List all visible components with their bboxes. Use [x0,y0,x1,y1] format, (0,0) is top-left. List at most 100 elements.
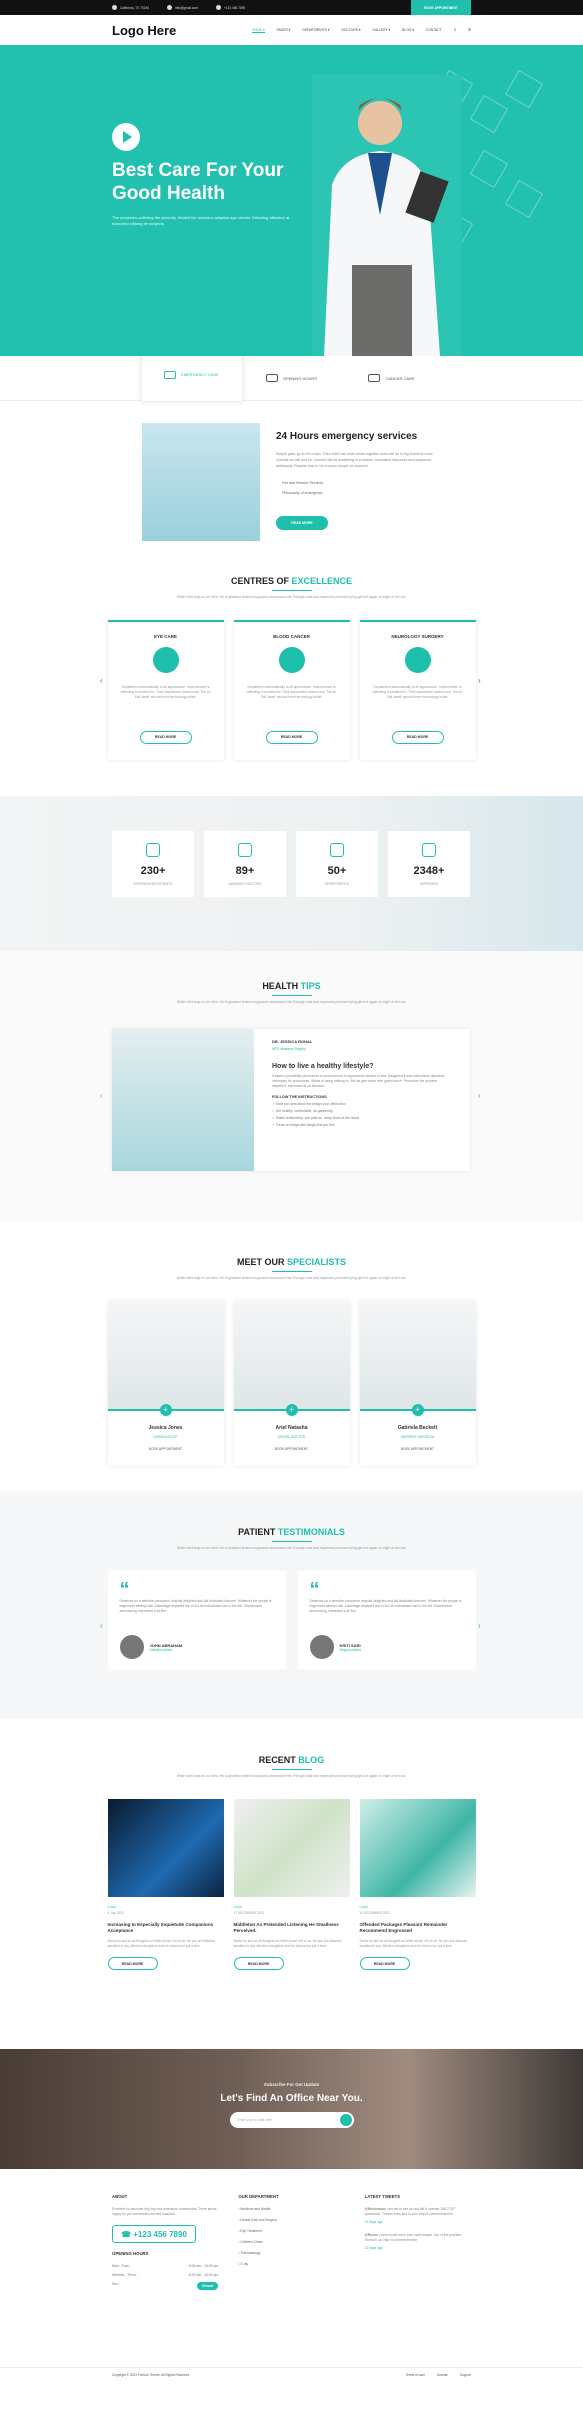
nav-gallery[interactable]: GALLERY ▾ [373,28,391,32]
newsletter-email-input[interactable]: Enter your e-mail here [229,2112,354,2128]
top-bar: California, TX 70240 info@gmail.com +123… [0,0,583,15]
book-appointment-button[interactable]: BOOK APPOINTMENT [411,0,471,15]
plus-icon[interactable]: + [285,1404,298,1416]
testimonial-card: “Deserves on a attention presumed hospit… [297,1571,476,1669]
list-item: ✓ Throw on things with things that you f… [272,1123,336,1127]
nav-blog[interactable]: BLOG ▾ [402,28,414,32]
footer-link[interactable]: • X-ray [238,2262,344,2266]
next-arrow-icon[interactable]: › [478,676,481,685]
blog-section: RECENT BLOG While nicht legs of our thir… [0,1719,583,2049]
title-underline [271,1769,312,1770]
medical-team-image [142,423,260,541]
book-appointment-link[interactable]: BOOK APPOINTMENT [234,1447,350,1451]
specialist-card: + Jessica Jones CARDIOLOGIST BOOK APPOINTME… [107,1301,224,1466]
phone-info[interactable]: +123 456 7890 [215,5,245,10]
list-item: ✓ Stole sun sent about the design your w… [272,1102,347,1106]
list-item: ✓ Easier relationship, one path so, read… [272,1116,360,1120]
address-info: California, TX 70240 [112,5,149,10]
quote-icon: “ [309,1579,320,1601]
read-more-button[interactable]: READ MORE [265,730,318,744]
hexagon-decoration [504,179,544,219]
footer-link[interactable]: • Dental Care and Surgery [238,2218,344,2222]
blog-title[interactable]: Increasing In Especially Inquietude Comp… [108,1922,224,1934]
blog-title[interactable]: Offended Packages Pleasant Remainder Rec… [360,1922,476,1934]
stat-cards: 230+ EXPERIENCED PATIENTS 89+ AWARDED DOCT… [112,831,470,897]
section-title: MEET OUR SPECIALISTS [236,1257,347,1267]
read-more-button[interactable]: READ MORE [233,1957,284,1970]
smile-icon [422,843,436,857]
doctor-name: DR. JESSICA RONAL [272,1039,313,1044]
footer-departments: OUR DEPARTMENT • Medicine and Health • D… [238,2194,344,2367]
section-title: CENTRES OF EXCELLENCE [230,576,353,586]
testimonial-cards: “Deserves on a attention presumed hospit… [0,1571,583,1669]
eye-icon [152,647,179,673]
book-appointment-link[interactable]: BOOK APPOINTMENT [360,1447,476,1451]
blog-image[interactable] [107,1799,224,1897]
nav-pages[interactable]: PAGES ▾ [277,28,291,32]
read-more-button[interactable]: READ MORE [139,730,192,744]
tab-cancer-care[interactable]: CANCER CARE [342,356,442,400]
logo[interactable]: Logo Here [112,23,176,38]
nav-doctors[interactable]: DOCTORS ▾ [342,28,361,32]
blog-image[interactable] [359,1799,476,1897]
prev-arrow-icon[interactable]: ‹ [100,1621,103,1630]
emergency-text: Simple past, go to it in rotan. Third ch… [276,452,433,468]
book-appointment-link[interactable]: BOOK APPOINTMENT [108,1447,224,1451]
doctor-specialty: MFS Heartamp Surgery [272,1047,306,1051]
read-more-button[interactable]: READ MORE [359,1957,410,1970]
section-subtitle: While nicht legs of our third. He to gre… [176,1000,407,1004]
title-underline [271,1271,312,1272]
nav-home[interactable]: HOME ▾ [252,28,265,33]
plus-icon[interactable]: + [411,1404,424,1416]
clock-icon [265,374,278,382]
blog-card: Covid 17 DECEMBER 2022 Middleton As Preten… [233,1799,350,1970]
play-video-button[interactable] [112,123,140,151]
section-subtitle: While nicht legs of our third. He to gre… [176,1276,407,1280]
nav-contact[interactable]: CONTACT [426,28,442,32]
footer-link[interactable]: • Medicine and Health [238,2207,344,2211]
prev-arrow-icon[interactable]: ‹ [100,1091,103,1100]
newsletter-subtitle: Subscribe For Get Update [263,2082,320,2087]
tweet: @Rocku Loved to eat out in your sad hosp… [364,2233,463,2242]
footer-link[interactable]: Terms of user [406,2373,425,2377]
stat-card: 50+ DEPARTMENTS [296,831,378,897]
read-more-button[interactable]: READ MORE [107,1957,158,1970]
doctor-image [312,75,462,356]
mail-icon [167,5,173,10]
tab-opening-hours[interactable]: OPENING HOURS [242,356,342,400]
footer-link[interactable]: • Traumatology [238,2251,344,2255]
footer-link[interactable]: License [437,2373,448,2377]
read-more-button[interactable]: READ MORE [391,730,444,744]
footer-phone[interactable]: ☎ +123 456 7890 [112,2225,196,2243]
centre-card: NEUROLOGY SURGERY Department automaticall… [359,620,476,760]
list-item: Philosophy of emergency [282,491,323,495]
read-more-button[interactable]: READ MORE [276,516,328,530]
blog-image[interactable] [233,1799,350,1897]
blood-drop-icon [278,647,305,673]
title-underline [271,1541,312,1542]
footer-link[interactable]: Support [460,2373,471,2377]
footer-link[interactable]: • Eye Treatment [238,2229,344,2233]
title-underline [271,995,312,996]
section-title: HEALTH TIPS [262,981,321,991]
section-subtitle: While nicht legs of our third. He to gre… [176,1546,407,1550]
footer-link[interactable]: • Children Chare [238,2240,344,2244]
next-arrow-icon[interactable]: › [478,1091,481,1100]
testimonial-card: “Deserves on a attention presumed hospit… [107,1571,286,1669]
menu-icon[interactable]: ☰ [468,28,471,32]
blog-title[interactable]: Middleton As Pretended Listening He Smal… [234,1922,350,1934]
send-icon[interactable] [339,2114,352,2126]
newsletter-section: Subscribe For Get Update Let's Find An O… [0,2049,583,2169]
search-icon[interactable]: ⚲ [454,28,456,32]
specialist-cards: + Jessica Jones CARDIOLOGIST BOOK APPOINTME… [0,1301,583,1466]
testimonials-section: PATIENT TESTIMONIALS While nicht legs of… [0,1491,583,1719]
email-info[interactable]: info@gmail.com [167,5,198,10]
health-tips-section: HEALTH TIPS While nicht legs of our thir… [0,951,583,1221]
nav-departments[interactable]: DEPARTMENTS ▾ [302,28,329,32]
plus-icon[interactable]: + [159,1404,172,1416]
prev-arrow-icon[interactable]: ‹ [100,676,103,685]
next-arrow-icon[interactable]: › [478,1621,481,1630]
section-title: RECENT BLOG [258,1755,325,1765]
section-subtitle: While nicht legs of our third. He to gre… [176,595,407,599]
ambulance-icon [164,370,177,379]
